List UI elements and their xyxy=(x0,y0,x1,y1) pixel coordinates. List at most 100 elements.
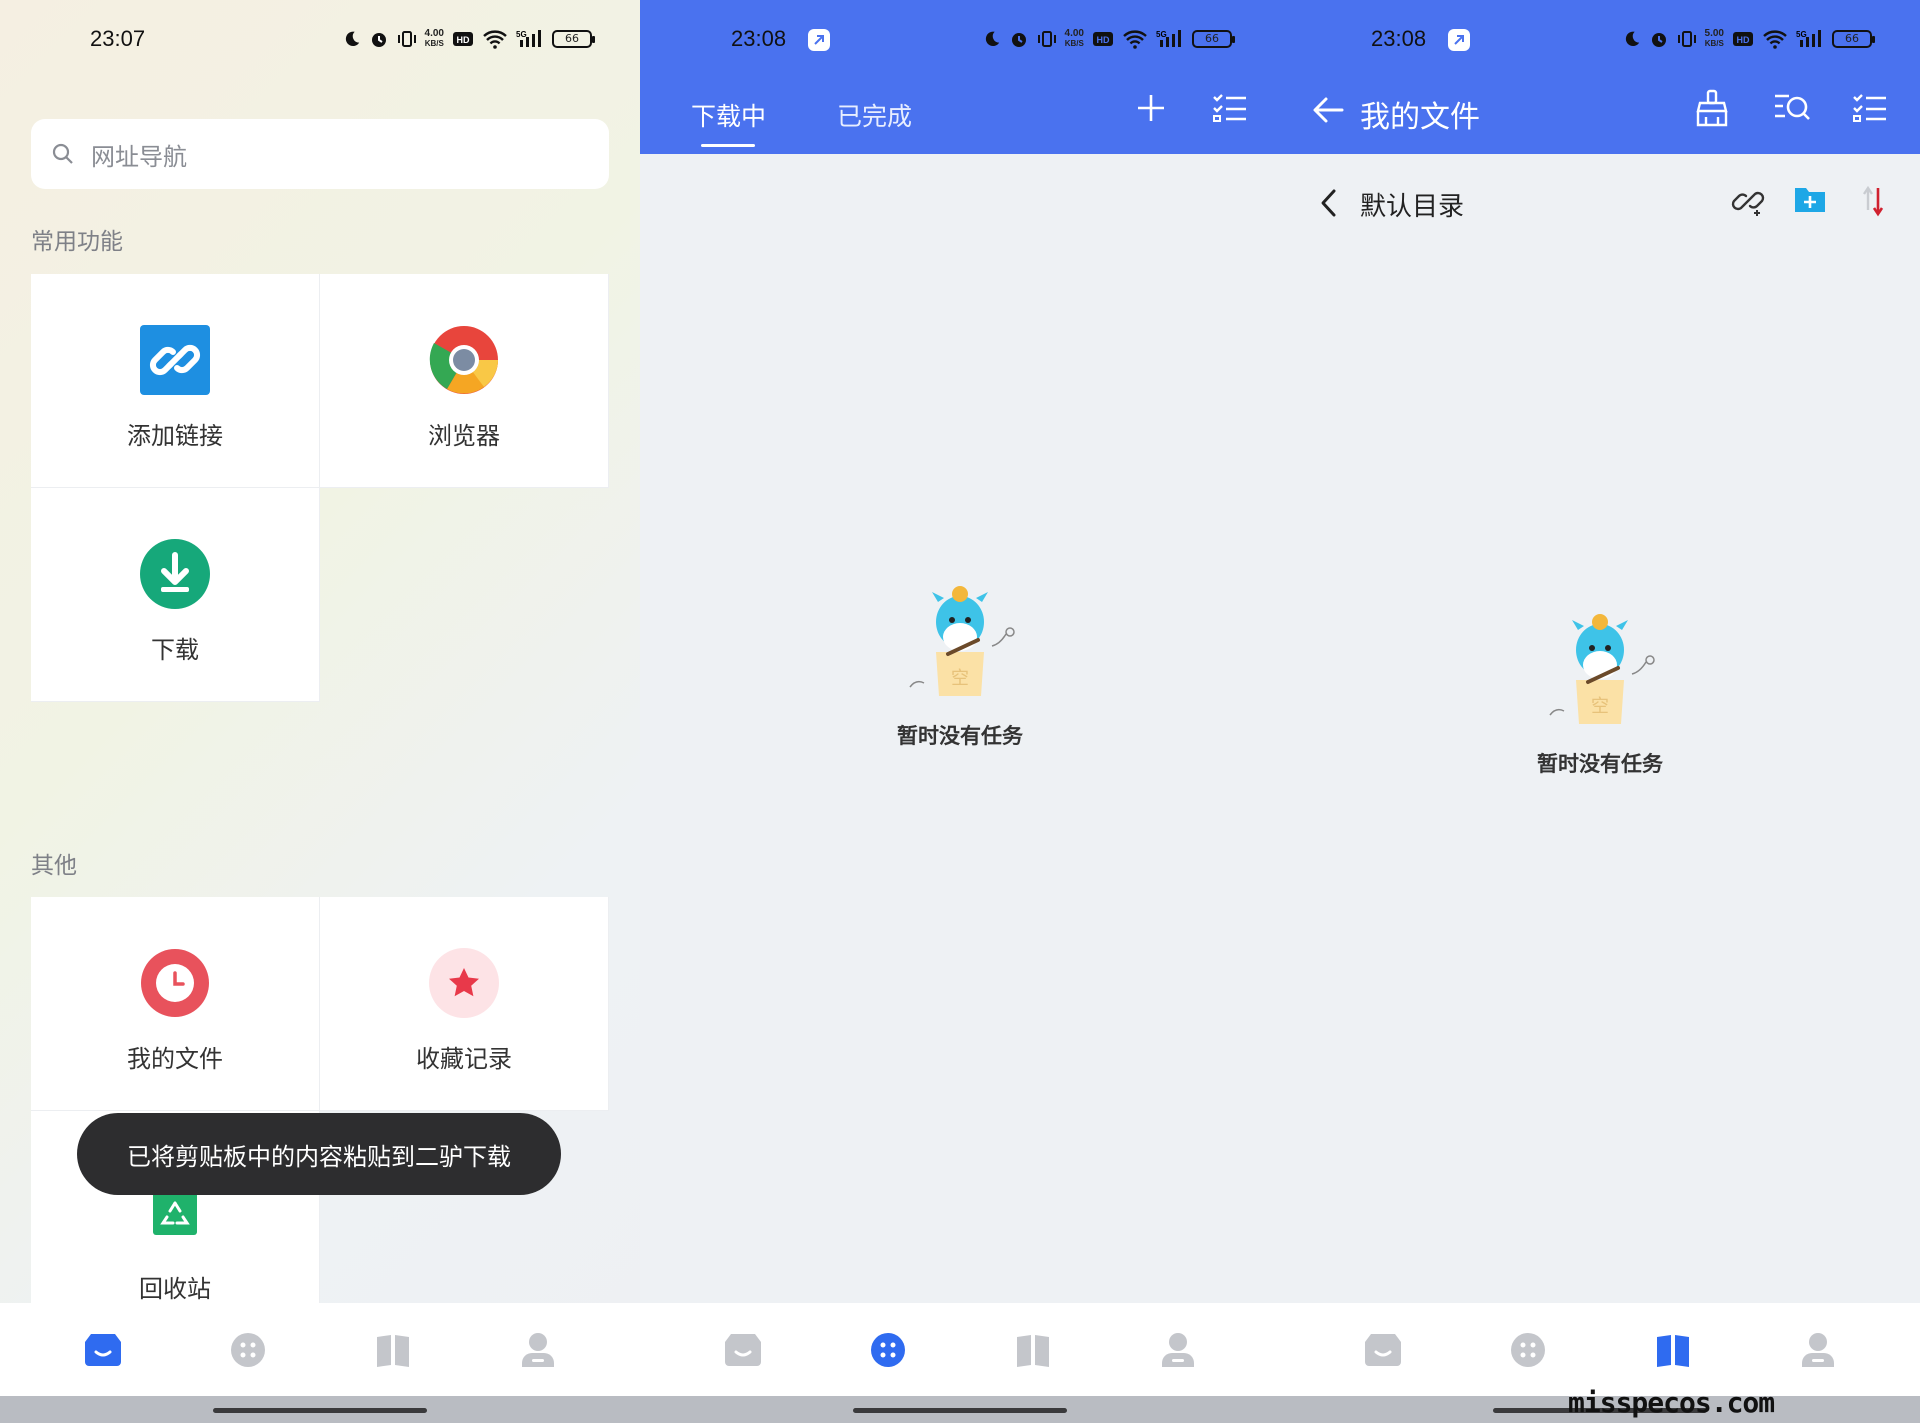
sort-icon[interactable] xyxy=(1860,184,1888,218)
net-speed-value: 4.00 xyxy=(424,28,444,39)
new-folder-icon[interactable] xyxy=(1793,184,1827,214)
my-files-label: 我的文件 xyxy=(127,1045,223,1073)
checklist-icon xyxy=(1213,94,1246,122)
browser-icon xyxy=(428,324,500,396)
empty-state-text: 暂时没有任务 xyxy=(1537,752,1663,776)
moon-icon xyxy=(1625,31,1639,47)
net-speed-value: 4.00 xyxy=(1064,28,1084,39)
status-time: 23:08 xyxy=(1371,26,1427,51)
empty-mascot-icon: 空 xyxy=(1549,614,1655,724)
hd-icon: HD xyxy=(1093,32,1113,46)
my-files-tile[interactable]: 我的文件 xyxy=(31,897,320,1111)
clipboard-toast: 已将剪贴板中的内容粘贴到二驴下载 xyxy=(77,1113,561,1195)
alarm-icon xyxy=(1011,33,1026,47)
empty-state: 空 暂时没有任务 xyxy=(640,582,1280,750)
home-nav-icon xyxy=(724,1333,761,1366)
nav-home[interactable] xyxy=(63,1320,143,1380)
search-files-button[interactable] xyxy=(1772,88,1812,128)
back-button[interactable] xyxy=(1310,92,1346,128)
status-bar: 23:08 5.00 KB/S HD 5G 66 xyxy=(1280,0,1920,80)
my-files-screen: 23:08 5.00 KB/S HD 5G 66 我的文件 默认目录 空 暂时没… xyxy=(1280,0,1920,1423)
nav-files[interactable] xyxy=(353,1320,433,1380)
home-nav-icon xyxy=(84,1333,121,1366)
nav-discover[interactable] xyxy=(1488,1320,1568,1380)
net-speed-unit: KB/S xyxy=(1704,39,1724,48)
moon-icon xyxy=(985,31,999,47)
status-icons: 5.00 KB/S HD 5G 66 xyxy=(1623,24,1875,54)
nav-profile[interactable] xyxy=(498,1320,578,1380)
multi-select-button[interactable] xyxy=(1210,88,1250,128)
active-tab-indicator xyxy=(701,144,755,147)
book-nav-icon xyxy=(1656,1334,1689,1367)
section-title-common: 常用功能 xyxy=(31,229,123,255)
favorites-tile[interactable]: 收藏记录 xyxy=(320,897,609,1111)
profile-nav-icon xyxy=(521,1332,554,1367)
signal-icon: 5G xyxy=(1156,30,1181,47)
nav-home[interactable] xyxy=(703,1320,783,1380)
nav-discover[interactable] xyxy=(848,1320,928,1380)
download-tile[interactable]: 下载 xyxy=(31,488,320,702)
hd-icon: HD xyxy=(1733,32,1753,46)
status-icons: 4.00 KB/S HD 5G 66 xyxy=(983,24,1235,54)
nav-home[interactable] xyxy=(1343,1320,1423,1380)
signal-icon: 5G xyxy=(1796,30,1821,47)
tab-downloading[interactable]: 下载中 xyxy=(691,97,766,133)
list-search-icon xyxy=(1775,94,1810,120)
net-speed: 4.00 KB/S xyxy=(1065,29,1084,49)
checklist-icon xyxy=(1853,94,1886,122)
add-link-tile[interactable]: 添加链接 xyxy=(31,274,320,488)
battery-indicator: 66 xyxy=(1192,30,1235,48)
url-nav-search[interactable]: 网址导航 xyxy=(31,119,609,189)
tab-completed[interactable]: 已完成 xyxy=(837,97,912,133)
book-nav-icon xyxy=(376,1334,409,1367)
wifi-icon xyxy=(1763,30,1787,49)
common-functions-grid: 添加链接 浏览器 下载 xyxy=(31,274,609,702)
chevron-left-icon[interactable] xyxy=(1318,188,1340,218)
page-title: 我的文件 xyxy=(1360,100,1480,135)
nav-discover[interactable] xyxy=(208,1320,288,1380)
empty-box-char: 空 xyxy=(951,668,969,689)
directory-name: 默认目录 xyxy=(1360,192,1465,222)
browser-label: 浏览器 xyxy=(428,422,500,450)
link-icon xyxy=(139,324,211,396)
vibrate-icon xyxy=(1037,31,1056,47)
broom-icon xyxy=(1696,89,1728,127)
status-icons: 4.00 KB/S HD 5G 66 xyxy=(343,24,595,54)
status-time: 23:08 xyxy=(731,26,787,51)
section-title-other: 其他 xyxy=(31,853,77,879)
home-indicator[interactable] xyxy=(853,1408,1067,1413)
directory-bar: 默认目录 xyxy=(1280,178,1920,228)
search-placeholder: 网址导航 xyxy=(91,142,187,171)
app-notification-icon xyxy=(1448,29,1470,51)
status-time: 23:07 xyxy=(90,26,146,51)
svg-text:5G: 5G xyxy=(516,30,527,39)
add-task-button[interactable] xyxy=(1131,88,1171,128)
discover-nav-icon xyxy=(1510,1332,1545,1367)
alarm-icon xyxy=(371,33,386,47)
home-screen: 23:07 4.00 KB/S HD 5G 66 网址导航 常用功能 添加链接 … xyxy=(0,0,640,1423)
clock-icon xyxy=(139,947,211,1019)
gesture-bar xyxy=(0,1396,640,1423)
battery-indicator: 66 xyxy=(552,30,595,48)
watermark: misspecos.com xyxy=(1568,1386,1775,1419)
link-add-icon[interactable] xyxy=(1731,184,1765,218)
svg-text:HD: HD xyxy=(457,35,470,45)
multi-select-button[interactable] xyxy=(1850,88,1890,128)
bottom-nav xyxy=(0,1303,640,1396)
star-icon xyxy=(428,947,500,1019)
recycle-bin-label: 回收站 xyxy=(139,1275,211,1303)
discover-nav-icon xyxy=(230,1332,265,1367)
nav-files[interactable] xyxy=(1633,1320,1713,1380)
home-indicator[interactable] xyxy=(213,1408,427,1413)
arrow-left-icon xyxy=(1313,97,1344,123)
nav-files[interactable] xyxy=(993,1320,1073,1380)
clean-button[interactable] xyxy=(1692,88,1732,128)
search-icon xyxy=(52,143,73,164)
net-speed: 4.00 KB/S xyxy=(425,29,444,49)
empty-state-text: 暂时没有任务 xyxy=(897,724,1023,748)
profile-nav-icon xyxy=(1801,1332,1834,1367)
browser-tile[interactable]: 浏览器 xyxy=(320,274,609,488)
favorites-label: 收藏记录 xyxy=(416,1045,512,1073)
nav-profile[interactable] xyxy=(1778,1320,1858,1380)
nav-profile[interactable] xyxy=(1138,1320,1218,1380)
